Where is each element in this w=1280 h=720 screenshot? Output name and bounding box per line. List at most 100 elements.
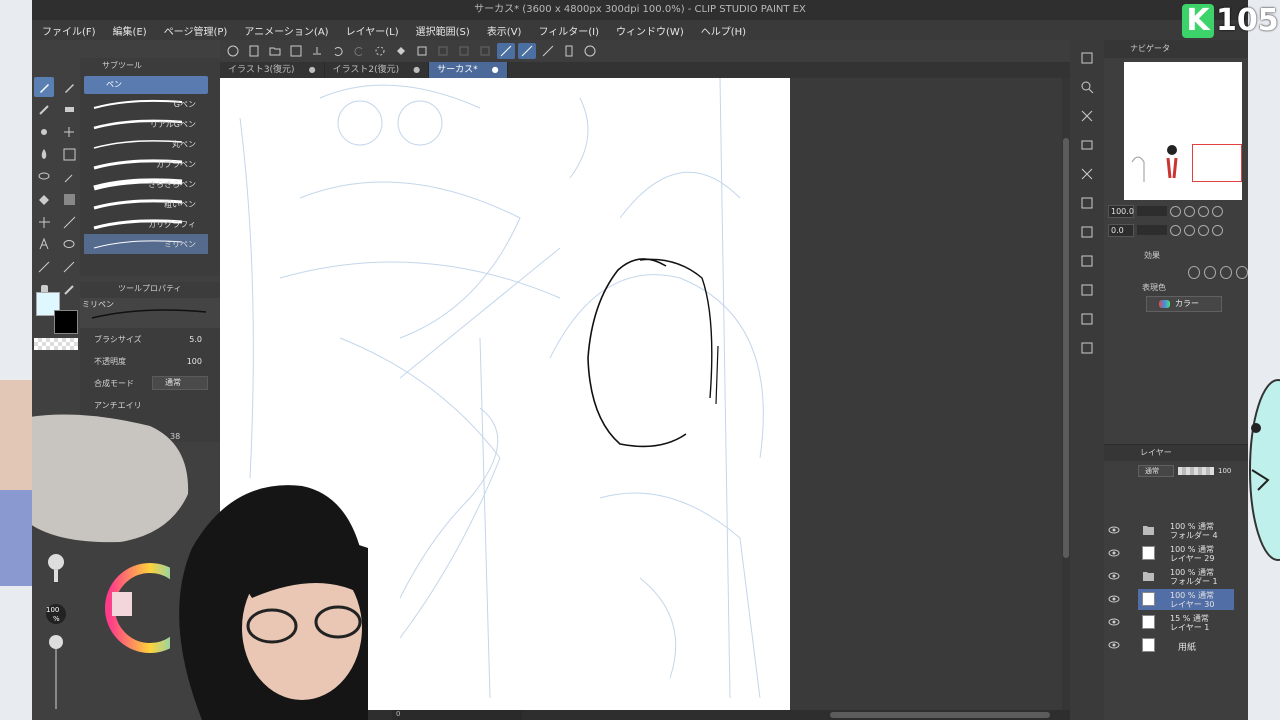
- layer-row[interactable]: 100 % 通常 フォルダー 4: [1104, 519, 1248, 542]
- fit-screen-icon[interactable]: [1212, 205, 1223, 217]
- transform-icon[interactable]: [413, 43, 431, 59]
- layer-opacity-slider[interactable]: [1178, 467, 1214, 475]
- reset-rotation-icon[interactable]: [1198, 224, 1209, 236]
- tab-close-icon[interactable]: ●: [309, 62, 316, 78]
- search-icon[interactable]: [1076, 76, 1098, 98]
- open-file-icon[interactable]: [266, 43, 284, 59]
- zoom-value[interactable]: 100.0: [1108, 204, 1134, 218]
- menu-page[interactable]: ページ管理(P): [164, 23, 228, 38]
- antialias-row[interactable]: アンチエイリ: [80, 394, 220, 416]
- new-file-icon[interactable]: [245, 43, 263, 59]
- snap-ruler-icon[interactable]: [497, 43, 515, 59]
- sparkle-tool-icon[interactable]: [59, 122, 79, 142]
- layer-row[interactable]: 15 % 通常 レイヤー 1: [1104, 611, 1248, 634]
- history-icon[interactable]: [1076, 192, 1098, 214]
- effect-color-icon[interactable]: [1236, 265, 1248, 279]
- tab-illust3[interactable]: イラスト3(復元) ●: [220, 62, 325, 78]
- rotate-right-icon[interactable]: [1184, 224, 1195, 236]
- lasso-tool-icon[interactable]: [34, 167, 54, 187]
- deselect-icon[interactable]: [434, 43, 452, 59]
- actual-size-icon[interactable]: [1198, 205, 1209, 217]
- brush-sarasara-pen[interactable]: さらさらペン: [84, 174, 208, 194]
- subtool-group-pen[interactable]: ペン: [84, 76, 208, 94]
- sub-view-icon[interactable]: [1076, 337, 1098, 359]
- opacity-row[interactable]: 不透明度 100: [80, 350, 220, 372]
- background-color[interactable]: [54, 310, 78, 334]
- tab-close-icon[interactable]: ●: [492, 62, 499, 78]
- blend-mode-select[interactable]: 通常: [152, 376, 208, 390]
- layer-opacity-value[interactable]: 100: [1218, 467, 1231, 475]
- settings-icon[interactable]: [560, 43, 578, 59]
- layer-row[interactable]: 100 % 通常 レイヤー 29: [1104, 542, 1248, 565]
- magic-wand-icon[interactable]: [59, 167, 79, 187]
- brush-kabura-pen[interactable]: カブラペン: [84, 154, 208, 174]
- vertical-scroll-thumb[interactable]: [1063, 138, 1069, 558]
- menu-filter[interactable]: フィルター(I): [538, 23, 599, 38]
- effect-border-icon[interactable]: [1188, 265, 1200, 279]
- clear-icon[interactable]: [392, 43, 410, 59]
- visibility-eye-icon[interactable]: [1108, 640, 1120, 650]
- zoom-slider[interactable]: [1137, 206, 1167, 216]
- layer-row[interactable]: 用紙: [1104, 634, 1248, 657]
- menu-view[interactable]: 表示(V): [487, 23, 522, 38]
- ruler-tool-icon[interactable]: [59, 257, 79, 277]
- layer-blend-select[interactable]: 通常: [1138, 465, 1174, 477]
- decoration-tool-icon[interactable]: [34, 122, 54, 142]
- rotation-slider[interactable]: [1137, 225, 1167, 235]
- visibility-eye-icon[interactable]: [1108, 594, 1120, 604]
- brush-calligraphy[interactable]: カリグラフィ: [84, 214, 208, 234]
- rotate-left-icon[interactable]: [1170, 224, 1181, 236]
- item-bank-icon[interactable]: [1076, 279, 1098, 301]
- gradient-tool-icon[interactable]: [59, 190, 79, 210]
- brush-size-widget[interactable]: 100 %: [44, 552, 68, 712]
- menu-animation[interactable]: アニメーション(A): [244, 23, 328, 38]
- brush-size-row[interactable]: ブラシサイズ 5.0: [80, 328, 220, 350]
- layer-content[interactable]: 15 % 通常 レイヤー 1: [1138, 612, 1234, 633]
- tab-close-icon[interactable]: ●: [413, 62, 420, 78]
- layer-row[interactable]: 100 % 通常 フォルダー 1: [1104, 565, 1248, 588]
- visibility-eye-icon[interactable]: [1108, 525, 1120, 535]
- layer-row-selected[interactable]: 100 % 通常 レイヤー 30: [1104, 588, 1248, 611]
- menu-file[interactable]: ファイル(F): [42, 23, 96, 38]
- save-icon[interactable]: [287, 43, 305, 59]
- edit-icon[interactable]: [1076, 308, 1098, 330]
- opacity-value[interactable]: 100: [187, 357, 202, 366]
- layer-content[interactable]: 100 % 通常 レイヤー 29: [1138, 543, 1234, 564]
- menu-layer[interactable]: レイヤー(L): [346, 23, 399, 38]
- menu-window[interactable]: ウィンドウ(W): [616, 23, 684, 38]
- blend-tool-icon[interactable]: [34, 145, 54, 165]
- brush-size-value[interactable]: 5.0: [189, 335, 202, 344]
- rotation-value[interactable]: 0.0: [1108, 223, 1134, 237]
- menu-edit[interactable]: 編集(E): [113, 23, 147, 38]
- help-icon[interactable]: [581, 43, 599, 59]
- auto-action-icon[interactable]: [1076, 250, 1098, 272]
- undo-icon[interactable]: [329, 43, 347, 59]
- brush-maru-pen[interactable]: 丸ペン: [84, 134, 208, 154]
- image-material-icon[interactable]: [1076, 105, 1098, 127]
- brush-rough-pen[interactable]: 粗いペン: [84, 194, 208, 214]
- effect-extract-icon[interactable]: [1204, 265, 1216, 279]
- display-color-select[interactable]: カラー: [1146, 296, 1222, 312]
- effect-tone-icon[interactable]: [1220, 265, 1232, 279]
- transparent-color[interactable]: [34, 338, 78, 350]
- brush-tool-icon[interactable]: [34, 100, 54, 120]
- tab-circus[interactable]: サーカス* ●: [429, 62, 508, 78]
- visibility-eye-icon[interactable]: [1108, 548, 1120, 558]
- layer-content[interactable]: 100 % 通常 フォルダー 1: [1138, 566, 1234, 587]
- visibility-eye-icon[interactable]: [1108, 617, 1120, 627]
- loading-icon[interactable]: [371, 43, 389, 59]
- redo-icon[interactable]: [350, 43, 368, 59]
- frame-tool-icon[interactable]: [34, 257, 54, 277]
- zoom-in-icon[interactable]: [1184, 205, 1195, 217]
- menu-selection[interactable]: 選択範囲(S): [416, 23, 470, 38]
- horizontal-scroll-thumb[interactable]: [830, 712, 1050, 718]
- snap-grid-icon[interactable]: [518, 43, 536, 59]
- layer-content[interactable]: 用紙: [1138, 635, 1234, 656]
- snap-special-icon[interactable]: [539, 43, 557, 59]
- navigator-preview[interactable]: [1124, 62, 1242, 200]
- line-tool-icon[interactable]: [59, 212, 79, 232]
- brush-real-g-pen[interactable]: リアルGペン: [84, 114, 208, 134]
- layer-content[interactable]: 100 % 通常 レイヤー 30: [1138, 589, 1234, 610]
- brush-milli-pen[interactable]: ミリペン: [84, 234, 208, 254]
- flip-horizontal-icon[interactable]: [1212, 224, 1223, 236]
